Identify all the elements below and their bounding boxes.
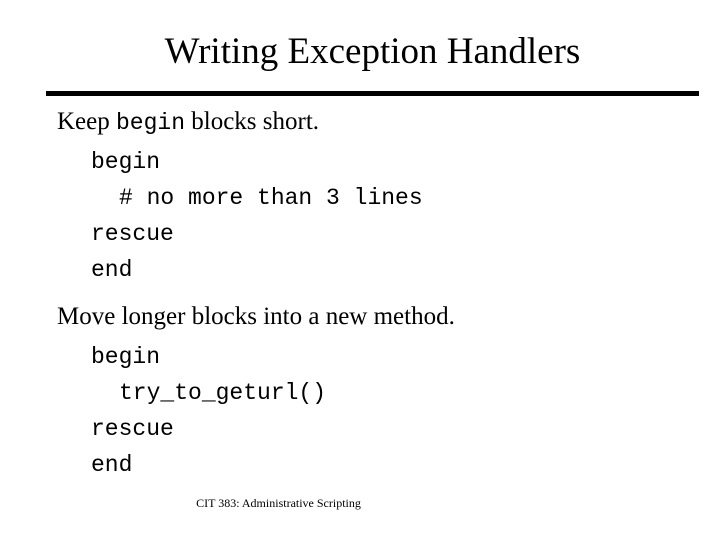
bullet-inline-code: begin: [116, 110, 186, 136]
code-line-comment-1: # no more than 3 lines: [119, 185, 423, 211]
bullet-keep-begin-blocks-short: Keep begin blocks short.: [0, 104, 720, 141]
code-line-end-1: end: [91, 257, 133, 283]
code-line-end-2: end: [91, 452, 133, 478]
title-divider: [46, 91, 699, 96]
code-line-call-2: try_to_geturl(): [119, 380, 327, 406]
bullet-text-prefix: Move longer blocks into a new method.: [57, 303, 455, 330]
slide: Writing Exception Handlers Keep begin bl…: [0, 0, 720, 540]
code-line-begin-2: begin: [91, 344, 161, 370]
page-title: Writing Exception Handlers: [164, 31, 581, 72]
bullet-move-longer-blocks: Move longer blocks into a new method.: [0, 299, 720, 336]
code-line-begin-1: begin: [91, 149, 161, 175]
bullet-text-suffix: blocks short.: [185, 108, 320, 135]
code-line-rescue-1: rescue: [91, 221, 174, 247]
slide-body: Keep begin blocks short. begin # no more…: [0, 104, 720, 483]
bullet-text-prefix: Keep: [57, 108, 116, 135]
slide-footer: CIT 383: Administrative Scripting: [196, 496, 361, 510]
code-line-rescue-2: rescue: [91, 416, 174, 442]
